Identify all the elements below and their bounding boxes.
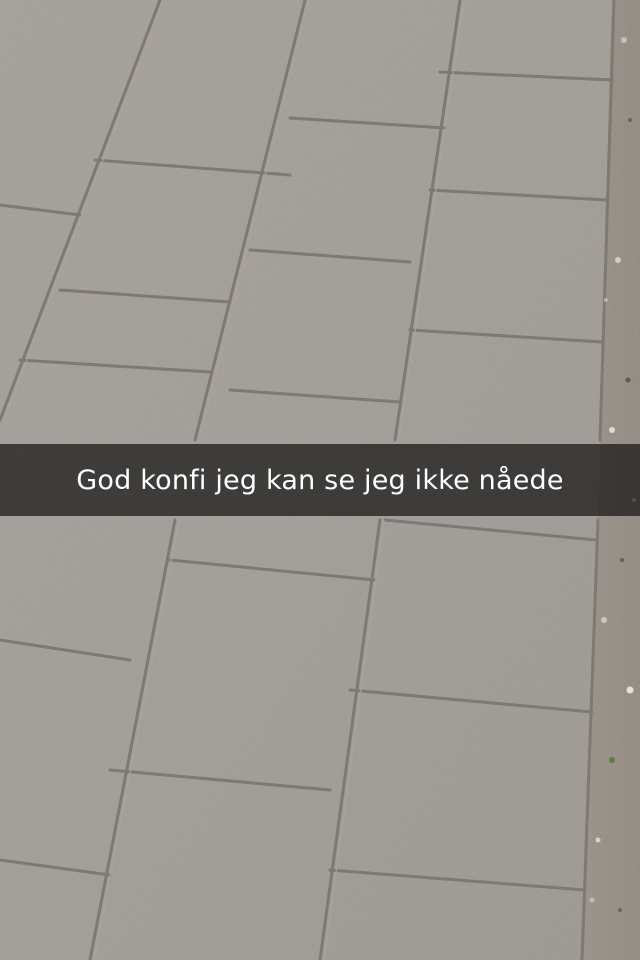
caption-bar: God konfi jeg kan se jeg ikke nåede <box>0 444 640 516</box>
caption-text: God konfi jeg kan se jeg ikke nåede <box>76 464 564 496</box>
snap-photo: God konfi jeg kan se jeg ikke nåede <box>0 0 640 960</box>
